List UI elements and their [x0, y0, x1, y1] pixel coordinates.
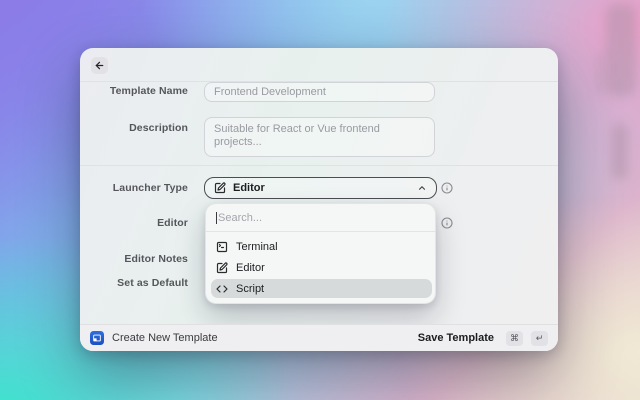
- chevron-up-icon: [417, 183, 427, 193]
- option-label: Script: [236, 282, 265, 295]
- editor-pen-icon: [216, 262, 228, 274]
- background-blob: [596, 52, 605, 94]
- dropdown-option-terminal[interactable]: Terminal: [211, 237, 432, 257]
- dropdown-search-input[interactable]: Search...: [206, 204, 435, 231]
- option-label: Editor: [236, 262, 265, 274]
- launcher-type-info-icon[interactable]: [441, 182, 453, 194]
- search-placeholder: Search...: [218, 211, 263, 224]
- background-blob: [612, 124, 628, 180]
- command-key-icon[interactable]: ⌘: [506, 330, 523, 346]
- set-as-default-label: Set as Default: [117, 277, 188, 289]
- editor-notes-label: Editor Notes: [124, 253, 188, 265]
- template-name-input[interactable]: Frontend Development: [204, 82, 435, 102]
- window-footer: Create New Template Save Template ⌘ ↵: [80, 324, 558, 351]
- app-window-icon: [90, 331, 104, 345]
- text-cursor: [216, 211, 217, 224]
- dropdown-divider: [206, 231, 435, 232]
- description-textarea[interactable]: Suitable for React or Vue frontend proje…: [204, 117, 435, 157]
- description-label: Description: [129, 122, 188, 134]
- editor-pen-icon: [214, 182, 226, 194]
- create-template-window: Template Name Frontend Development Descr…: [80, 48, 558, 351]
- back-button[interactable]: [91, 57, 108, 74]
- code-icon: [216, 283, 228, 295]
- background-blob: [606, 4, 636, 96]
- dropdown-option-script[interactable]: Script: [211, 279, 432, 298]
- return-key-icon[interactable]: ↵: [531, 330, 548, 346]
- save-template-button[interactable]: Save Template: [418, 332, 494, 344]
- launcher-type-dropdown: Search... Terminal Editor Script: [205, 203, 436, 304]
- editor-info-icon[interactable]: [441, 217, 453, 229]
- launcher-type-value: Editor: [233, 182, 265, 194]
- option-label: Terminal: [236, 241, 278, 253]
- arrow-left-icon: [94, 60, 105, 71]
- terminal-icon: [216, 241, 228, 253]
- dropdown-option-editor[interactable]: Editor: [211, 258, 432, 278]
- editor-label: Editor: [157, 217, 188, 229]
- section-divider: [80, 165, 558, 166]
- template-name-label: Template Name: [109, 85, 188, 97]
- footer-title: Create New Template: [112, 332, 218, 344]
- launcher-type-label: Launcher Type: [112, 182, 188, 194]
- launcher-type-select[interactable]: Editor: [204, 177, 437, 199]
